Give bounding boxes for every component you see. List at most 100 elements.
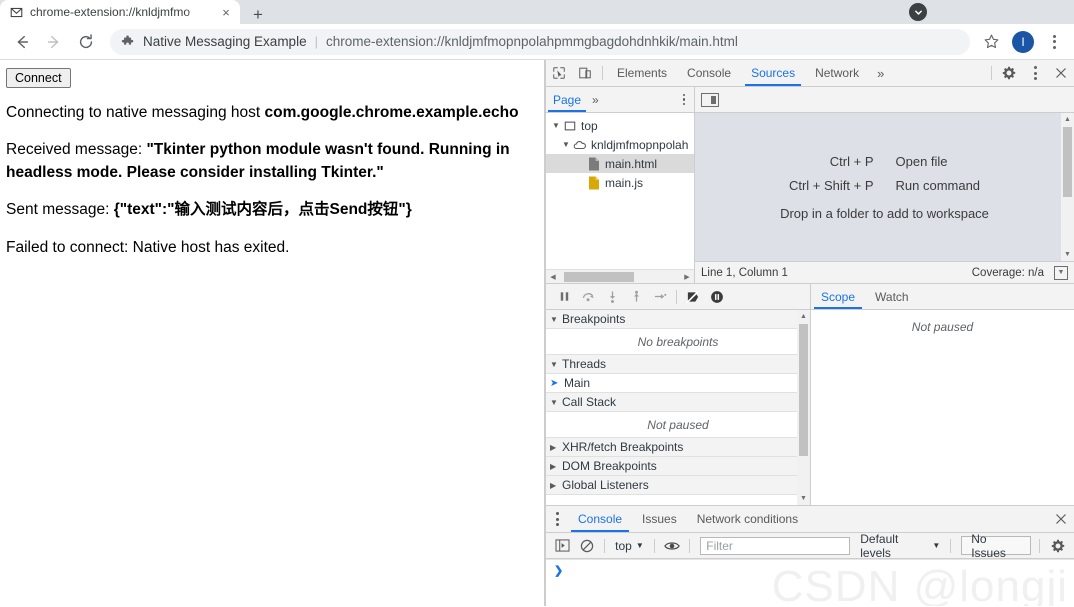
debugger-toolbar [546,284,810,310]
browser-toolbar: Native Messaging Example | chrome-extens… [0,24,1074,60]
three-dot-menu-icon[interactable] [1022,60,1048,86]
pause-icon[interactable] [552,286,576,308]
step-icon[interactable] [648,286,672,308]
navigator-more-tabs-icon[interactable]: » [588,87,603,112]
tree-item-main-js[interactable]: main.js [546,173,694,192]
pane-threads-header[interactable]: ▼ Threads [546,355,810,374]
status-line-sent: Sent message: {"text":"输入测试内容后，点击Send按钮"… [6,199,536,221]
console-sidebar-icon[interactable] [551,536,574,556]
shortcut-keys-open-file: Ctrl + P [829,153,874,169]
tab-network[interactable]: Network [805,60,869,86]
editor-vertical-scrollbar[interactable]: ▲ ▼ [1061,113,1074,261]
watermark: CSDN @longji [771,562,1068,606]
live-expression-icon[interactable] [661,536,684,556]
tree-item-main-html[interactable]: main.html [546,154,694,173]
caret-icon: ▼ [550,314,558,324]
close-icon[interactable] [1048,60,1074,86]
scroll-up-icon[interactable]: ▲ [1064,113,1071,126]
editor-toolbar [695,87,1074,113]
forward-arrow-icon[interactable] [40,28,68,56]
context-label: top [615,538,632,553]
drawer-menu-icon[interactable] [546,506,568,532]
twisty-icon[interactable]: ▼ [550,121,562,130]
console-divider-5 [1039,538,1041,553]
avatar[interactable]: I [1012,30,1034,53]
scroll-down-icon[interactable]: ▼ [1064,248,1071,261]
step-out-icon[interactable] [624,286,648,308]
pause-on-exceptions-icon[interactable] [705,286,729,308]
console-drawer: Console Issues Network conditions top ▼ … [546,506,1074,606]
tab-scope[interactable]: Scope [811,284,865,309]
tree-item-extension[interactable]: ▼ knldjmfmopnpolah [546,135,694,154]
tab-elements[interactable]: Elements [607,60,677,86]
inspect-cursor-icon[interactable] [546,60,572,86]
issues-button[interactable]: No Issues [961,532,1032,560]
cloud-icon [572,139,588,151]
debugger-vertical-scrollbar[interactable]: ▲ ▼ [797,310,810,505]
coverage-drawer-icon[interactable]: ▼ [1054,265,1068,280]
console-context-selector[interactable]: top ▼ [611,539,648,553]
tab-console[interactable]: Console [677,60,741,86]
pane-breakpoints-header[interactable]: ▼ Breakpoints [546,310,810,329]
step-over-icon[interactable] [576,286,600,308]
tab-page[interactable]: Page [546,87,588,112]
drop-folder-hint: Drop in a folder to add to workspace [780,205,989,221]
browser-tab[interactable]: chrome-extension://knldjmfmo × [0,0,240,24]
scroll-left-icon[interactable]: ◀ [546,273,560,281]
connect-button[interactable]: Connect [6,68,71,88]
twisty-icon[interactable]: ▼ [560,140,572,149]
filter-input[interactable]: Filter [700,536,851,555]
tab-console-drawer[interactable]: Console [568,506,632,532]
status-line-connecting: Connecting to native messaging host com.… [6,102,536,124]
scroll-down-icon[interactable]: ▼ [797,492,810,505]
more-tabs-icon[interactable]: » [869,60,892,86]
address-bar[interactable]: Native Messaging Example | chrome-extens… [110,28,970,55]
navigator-horizontal-scrollbar[interactable]: ◀ ▶ [546,269,694,283]
document-icon [586,157,602,171]
navigator-menu-icon[interactable] [674,87,694,112]
step-into-icon[interactable] [600,286,624,308]
console-output[interactable]: CSDN @longji ❯ [546,559,1074,606]
tab-network-conditions[interactable]: Network conditions [687,506,808,532]
scrollbar-thumb[interactable] [1063,127,1072,197]
chevron-down-icon[interactable] [909,3,927,21]
gear-icon[interactable] [1046,536,1069,556]
tree-item-top[interactable]: ▼ top [546,116,694,135]
show-navigator-icon[interactable] [701,92,719,107]
scrollbar-track[interactable] [560,270,680,284]
caret-icon: ▶ [550,461,557,471]
new-tab-button[interactable]: + [244,4,272,24]
shortcut-action-run-command: Run command [895,177,981,193]
tab-close-icon[interactable]: × [218,4,234,20]
debugger-region: ▼ Breakpoints No breakpoints ▼ Threads ➤… [546,284,1074,506]
thread-row-main[interactable]: ➤ Main [546,374,810,393]
reload-icon[interactable] [72,28,100,56]
tab-sources[interactable]: Sources [741,60,805,86]
scroll-right-icon[interactable]: ▶ [680,273,694,281]
connecting-text: Connecting to native messaging host [6,104,265,121]
device-toolbar-icon[interactable] [572,60,598,86]
tab-watch[interactable]: Watch [865,284,919,309]
pane-call-stack-header[interactable]: ▼ Call Stack [546,393,810,412]
pane-xhr-breakpoints-header[interactable]: ▶ XHR/fetch Breakpoints [546,438,810,457]
gear-icon[interactable] [996,60,1022,86]
tab-strip: chrome-extension://knldjmfmo × + [0,0,1074,24]
viewport: Connect Connecting to native messaging h… [0,60,1074,606]
scrollbar-thumb[interactable] [564,271,634,282]
omnibox-separator: | [314,34,318,49]
clear-console-icon[interactable] [576,536,599,556]
mail-icon [9,5,23,19]
deactivate-breakpoints-icon[interactable] [681,286,705,308]
pane-call-stack-empty: Not paused [546,412,810,438]
pane-dom-breakpoints-header[interactable]: ▶ DOM Breakpoints [546,457,810,476]
log-levels-selector[interactable]: Default levels ▼ [856,532,944,560]
pane-global-listeners-header[interactable]: ▶ Global Listeners [546,476,810,495]
scroll-up-icon[interactable]: ▲ [797,310,810,323]
kebab-dots [1023,66,1047,80]
close-icon[interactable] [1048,506,1074,532]
tab-issues[interactable]: Issues [632,506,687,532]
star-icon[interactable] [978,29,1004,55]
scrollbar-thumb[interactable] [799,324,808,456]
three-dot-menu-icon[interactable] [1042,34,1066,49]
back-arrow-icon[interactable] [8,28,36,56]
